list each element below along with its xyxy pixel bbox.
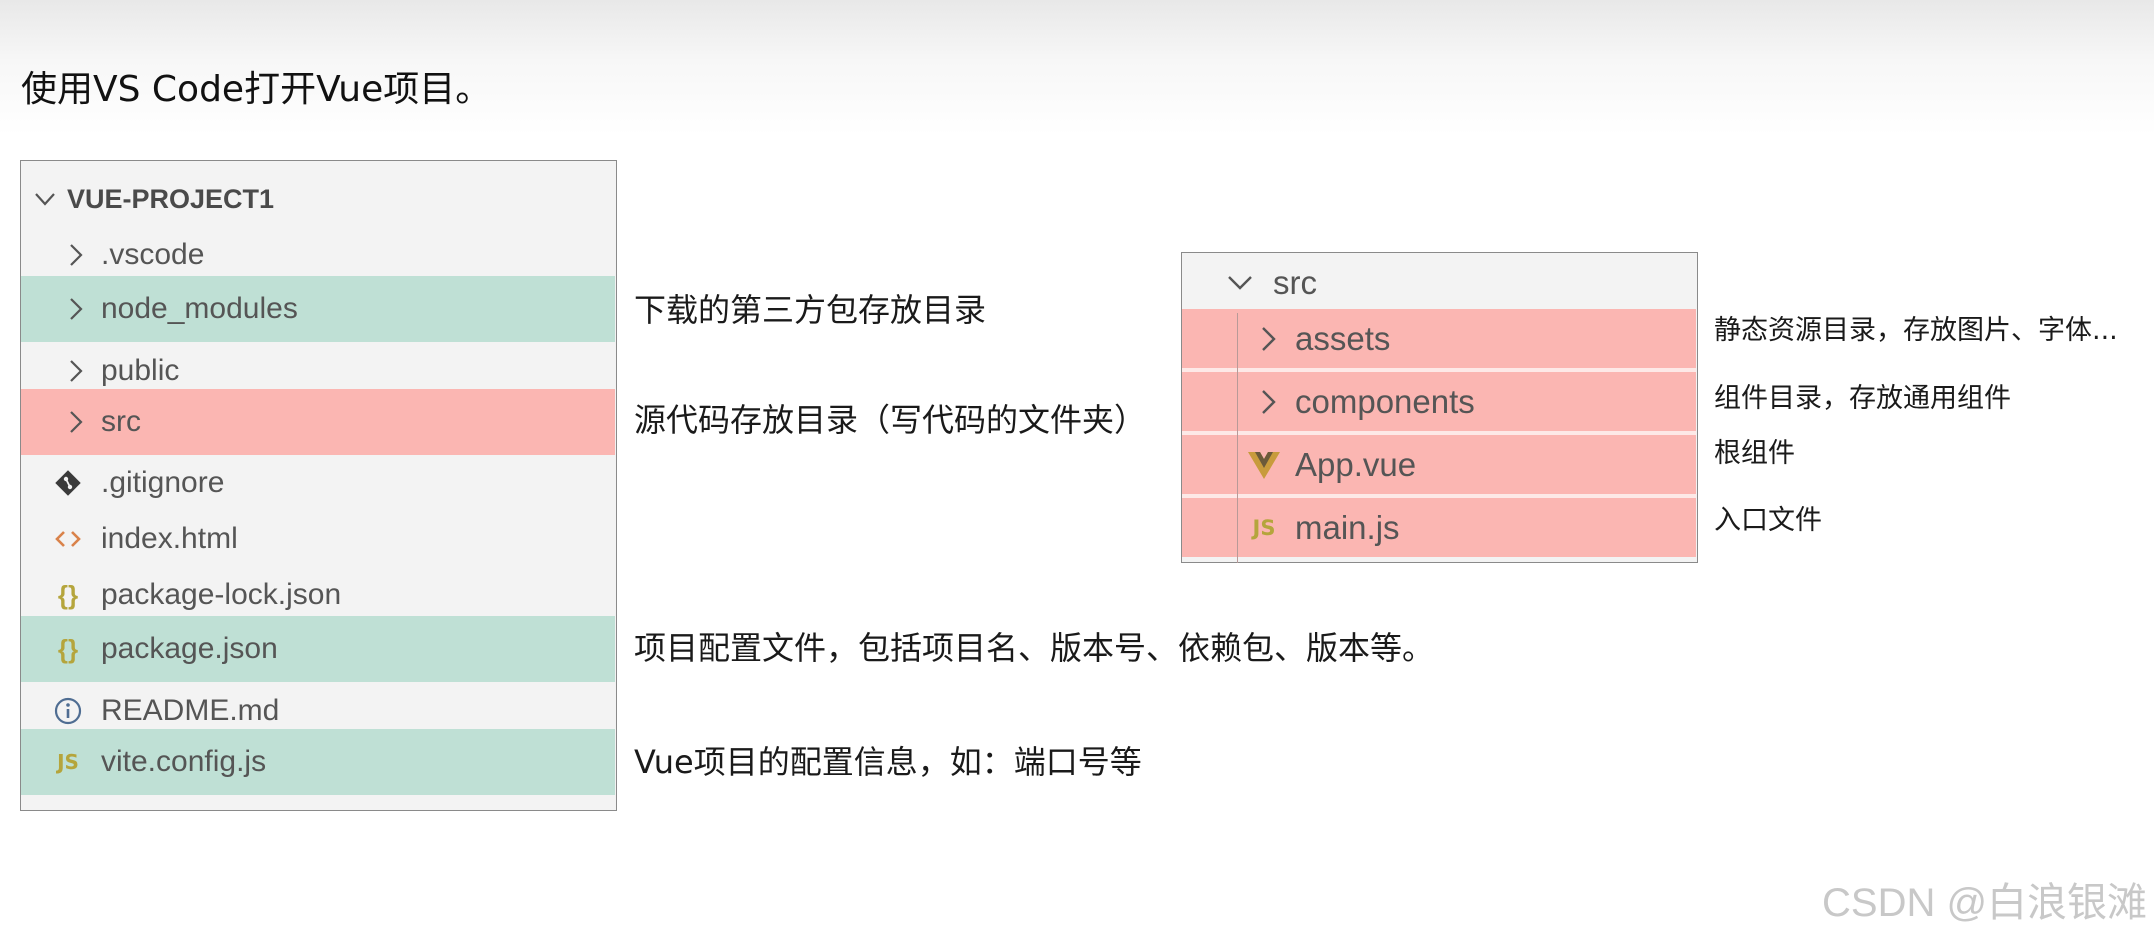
explorer-item-package-json[interactable]: {} package.json	[21, 616, 615, 682]
explorer-root-label: VUE-PROJECT1	[67, 183, 275, 214]
src-item-label: components	[1295, 382, 1475, 420]
explorer-item-label: vite.config.js	[101, 745, 267, 778]
explorer-item-index-html[interactable]: index.html	[21, 511, 615, 567]
indent-guide	[1237, 313, 1238, 563]
src-item-app-vue[interactable]: App.vue	[1182, 435, 1696, 494]
explanation-package-json: 项目配置文件，包括项目名、版本号、依赖包、版本等。	[634, 629, 1435, 667]
explorer-item-label: package.json	[101, 632, 278, 665]
explanation-vite-config: Vue项目的配置信息，如：端口号等	[634, 743, 1142, 781]
src-item-label: main.js	[1295, 508, 1400, 546]
explorer-panel: VUE-PROJECT1 .vscode node_modules public…	[20, 160, 617, 811]
explorer-item-label: README.md	[101, 694, 280, 727]
json-braces-icon: {}	[57, 633, 79, 664]
vue-icon	[1244, 445, 1284, 485]
src-folder-label: src	[1273, 263, 1317, 301]
explorer-item-src[interactable]: src	[21, 389, 615, 455]
explorer-root-folder[interactable]: VUE-PROJECT1	[21, 171, 615, 227]
src-folder-row[interactable]: src	[1182, 253, 1696, 312]
chevron-right-icon	[56, 235, 96, 275]
explanation-node-modules: 下载的第三方包存放目录	[634, 291, 987, 329]
explorer-item-node-modules[interactable]: node_modules	[21, 276, 615, 342]
explorer-item-label: src	[101, 405, 141, 438]
explorer-item-vite-config[interactable]: JS vite.config.js	[21, 729, 615, 795]
info-icon	[48, 691, 88, 731]
explorer-item-package-lock-json[interactable]: {} package-lock.json	[21, 567, 615, 623]
note-components: 组件目录，存放通用组件	[1714, 383, 2011, 414]
html-icon	[48, 519, 88, 559]
chevron-right-icon	[1248, 382, 1288, 422]
chevron-right-icon	[56, 402, 96, 442]
src-item-main-js[interactable]: JS main.js	[1182, 498, 1696, 557]
explorer-item-gitignore[interactable]: .gitignore	[21, 455, 615, 511]
explorer-item-label: node_modules	[101, 292, 298, 325]
src-panel: src assets components App.vue JS main.js	[1181, 252, 1698, 563]
chevron-right-icon	[56, 289, 96, 329]
src-item-label: assets	[1295, 319, 1391, 357]
explorer-item-label: .vscode	[101, 238, 205, 271]
explorer-item-label: .gitignore	[101, 466, 225, 499]
explanation-src: 源代码存放目录（写代码的文件夹）	[634, 401, 1147, 439]
explorer-item-label: public	[101, 354, 180, 387]
page-title: 使用VS Code打开Vue项目。	[21, 69, 492, 110]
json-braces-icon: {}	[57, 579, 79, 610]
src-item-label: App.vue	[1295, 445, 1417, 483]
chevron-right-icon	[56, 351, 96, 391]
chevron-down-icon	[1220, 263, 1260, 303]
src-item-components[interactable]: components	[1182, 372, 1696, 431]
git-icon	[48, 463, 88, 503]
explorer-item-vscode[interactable]: .vscode	[21, 227, 615, 283]
note-assets: 静态资源目录，存放图片、字体...	[1714, 315, 2118, 346]
note-main-js: 入口文件	[1714, 505, 1822, 536]
src-item-assets[interactable]: assets	[1182, 309, 1696, 368]
chevron-down-icon	[25, 179, 65, 219]
explorer-item-label: package-lock.json	[101, 578, 342, 611]
note-app-vue: 根组件	[1714, 438, 1795, 469]
js-icon: JS	[1252, 515, 1276, 540]
watermark: CSDN @白浪银滩	[1822, 881, 2148, 925]
js-icon: JS	[57, 750, 79, 774]
explorer-item-label: index.html	[101, 522, 238, 555]
chevron-right-icon	[1248, 319, 1288, 359]
